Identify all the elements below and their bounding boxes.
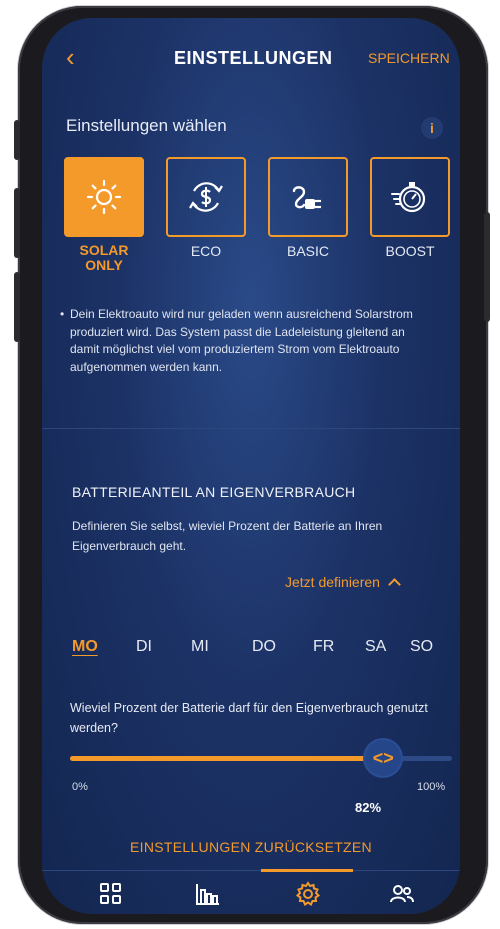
day-selector: MO DI MI DO FR SA SO <box>72 638 442 658</box>
define-now-button[interactable]: Jetzt definieren <box>285 574 401 591</box>
mode-selector: SOLAR ONLY ECO BASIC BOOST <box>64 157 450 273</box>
day-tab-do[interactable]: DO <box>252 638 276 656</box>
slider-thumb[interactable]: <> <box>365 740 402 776</box>
bullet-icon: • <box>60 307 65 321</box>
phone-mute-switch <box>14 120 20 160</box>
day-tab-di[interactable]: DI <box>136 638 152 656</box>
day-tab-sa[interactable]: SA <box>365 638 386 656</box>
battery-section-title: BATTERIEANTEIL AN EIGENVERBRAUCH <box>72 484 356 500</box>
slider-max-label: 100% <box>417 781 446 793</box>
gear-icon <box>295 881 321 906</box>
section-divider <box>42 428 460 429</box>
mode-description: • Dein Elektroauto wird nur geladen wenn… <box>60 306 420 376</box>
day-tab-mi[interactable]: MI <box>191 638 209 656</box>
mode-boost-tile <box>370 157 450 237</box>
mode-eco-tile <box>166 157 246 237</box>
phone-volume-up <box>14 188 20 258</box>
slider-value-label: 82% <box>355 800 382 815</box>
mode-basic-label: BASIC <box>286 243 329 259</box>
reset-settings-button[interactable]: EINSTELLUNGEN ZURÜCKSETZEN <box>42 839 460 855</box>
stopwatch-icon <box>391 182 426 213</box>
mode-eco-label: ECO <box>190 243 222 259</box>
battery-percent-slider[interactable]: <> <box>70 740 452 776</box>
slider-min-label: 0% <box>72 781 88 793</box>
nav-divider <box>42 870 460 871</box>
mode-solar-only[interactable]: SOLAR ONLY <box>64 157 144 273</box>
mode-solar-only-tile <box>64 157 144 237</box>
nav-item-users[interactable] <box>388 880 428 908</box>
mode-basic[interactable]: BASIC <box>268 157 348 259</box>
day-tab-mo[interactable]: MO <box>72 638 98 656</box>
choose-settings-label: Einstellungen wählen <box>66 116 227 135</box>
app-screen: ‹ EINSTELLUNGEN SPEICHERN Einstellungen … <box>42 18 460 914</box>
battery-question: Wieviel Prozent der Batterie darf für de… <box>70 701 428 735</box>
mode-basic-tile <box>268 157 348 237</box>
page-title: EINSTELLUNGEN <box>174 48 333 68</box>
nav-item-statistics[interactable] <box>193 880 233 908</box>
phone-volume-down <box>14 272 20 342</box>
header: ‹ EINSTELLUNGEN SPEICHERN <box>42 38 460 78</box>
nav-item-settings[interactable] <box>294 880 334 908</box>
grid-icon <box>100 883 121 904</box>
slider-fill <box>70 756 384 761</box>
battery-section-description: Definieren Sie selbst, wieviel Prozent d… <box>72 519 383 553</box>
save-button[interactable]: SPEICHERN <box>368 50 450 66</box>
nav-item-dashboard[interactable] <box>97 880 137 908</box>
mode-solar-only-label: SOLAR ONLY <box>79 242 129 273</box>
define-now-label: Jetzt definieren <box>285 574 380 590</box>
bottom-navigation <box>42 872 460 914</box>
eco-dollar-icon <box>189 182 223 212</box>
mode-eco[interactable]: ECO <box>166 157 246 259</box>
phone-power-button <box>484 212 490 322</box>
chevron-up-icon <box>388 578 401 591</box>
sun-icon <box>86 179 122 215</box>
mode-boost[interactable]: BOOST <box>370 157 450 259</box>
mode-boost-label: BOOST <box>385 243 435 259</box>
bar-chart-icon <box>196 884 219 905</box>
day-tab-so[interactable]: SO <box>410 638 433 656</box>
info-icon[interactable]: i <box>421 117 443 139</box>
back-chevron-icon[interactable]: ‹ <box>66 44 75 70</box>
mode-description-text: Dein Elektroauto wird nur geladen wenn a… <box>70 307 413 374</box>
users-icon <box>390 885 414 903</box>
day-tab-fr[interactable]: FR <box>313 638 334 656</box>
plug-icon <box>292 186 321 209</box>
